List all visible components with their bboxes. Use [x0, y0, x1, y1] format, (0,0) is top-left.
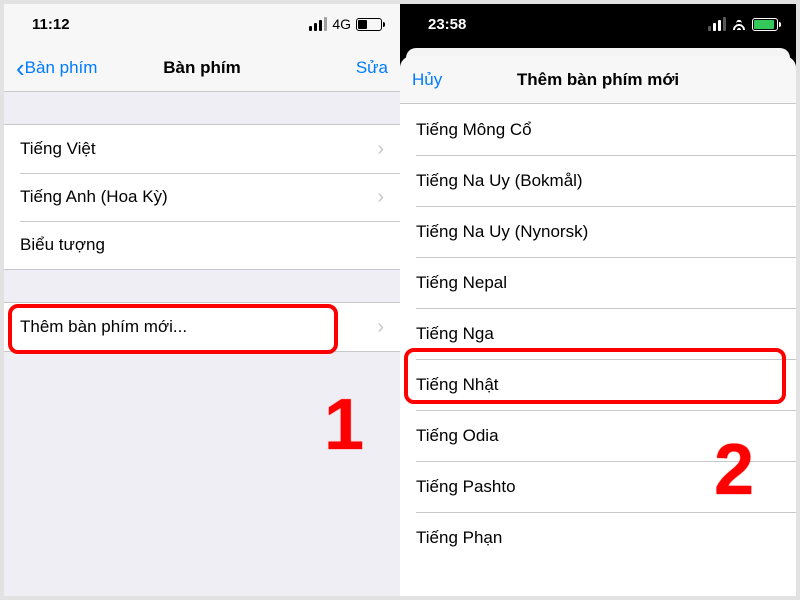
battery-icon: [356, 18, 382, 31]
sheet-title: Thêm bàn phím mới: [400, 70, 796, 90]
language-row[interactable]: Tiếng Nhật: [400, 359, 796, 410]
language-row[interactable]: Tiếng Phạn: [400, 512, 796, 563]
keyboards-list: Tiếng Việt › Tiếng Anh (Hoa Kỳ) › Biểu t…: [4, 124, 400, 270]
language-label: Tiếng Odia: [416, 426, 499, 446]
nav-bar: ‹ Bàn phím Bàn phím Sửa: [4, 44, 400, 92]
sheet-nav-bar: Hủy Thêm bàn phím mới: [400, 56, 796, 104]
language-row[interactable]: Tiếng Na Uy (Bokmål): [400, 155, 796, 206]
network-label: 4G: [332, 16, 351, 32]
step-number: 2: [714, 429, 754, 511]
add-keyboard-group: Thêm bàn phím mới... ›: [4, 302, 400, 352]
status-time: 23:58: [428, 16, 466, 33]
battery-charging-icon: [752, 18, 778, 31]
keyboard-label: Tiếng Việt: [20, 139, 96, 159]
status-bar: 11:12 4G: [4, 4, 400, 44]
wifi-icon: [731, 18, 747, 30]
chevron-right-icon: ›: [377, 186, 384, 209]
keyboard-row[interactable]: Tiếng Anh (Hoa Kỳ) ›: [4, 173, 400, 221]
screenshot-step-2: 23:58 Hủy Thêm bàn phím mới Tiếng Mông C…: [400, 4, 796, 596]
add-keyboard-label: Thêm bàn phím mới...: [20, 317, 187, 337]
keyboard-label: Tiếng Anh (Hoa Kỳ): [20, 187, 168, 207]
keyboard-row[interactable]: Tiếng Việt ›: [4, 125, 400, 173]
language-label: Tiếng Na Uy (Bokmål): [416, 171, 583, 191]
status-time: 11:12: [32, 16, 70, 33]
back-label: Bàn phím: [25, 58, 98, 78]
add-keyboard-button[interactable]: Thêm bàn phím mới... ›: [4, 303, 400, 351]
edit-button[interactable]: Sửa: [356, 58, 388, 78]
language-label: Tiếng Na Uy (Nynorsk): [416, 222, 588, 242]
cancel-button[interactable]: Hủy: [412, 70, 442, 90]
screenshot-step-1: 11:12 4G ‹ Bàn phím Bàn phím Sửa Tiếng V…: [4, 4, 400, 596]
language-row[interactable]: Tiếng Nepal: [400, 257, 796, 308]
keyboard-label: Biểu tượng: [20, 235, 105, 255]
status-bar: 23:58: [400, 4, 796, 44]
language-label: Tiếng Mông Cổ: [416, 120, 532, 140]
language-label: Tiếng Nepal: [416, 273, 507, 293]
language-label: Tiếng Pashto: [416, 477, 516, 497]
tutorial-composite: 11:12 4G ‹ Bàn phím Bàn phím Sửa Tiếng V…: [0, 0, 800, 600]
cancel-label: Hủy: [412, 70, 442, 90]
language-row[interactable]: Tiếng Mông Cổ: [400, 104, 796, 155]
status-right: [708, 17, 778, 31]
chevron-right-icon: ›: [377, 138, 384, 161]
cellular-signal-icon: [708, 17, 726, 31]
back-button[interactable]: ‹ Bàn phím: [16, 55, 97, 81]
chevron-right-icon: ›: [377, 316, 384, 339]
language-row[interactable]: Tiếng Na Uy (Nynorsk): [400, 206, 796, 257]
keyboard-row[interactable]: Biểu tượng: [4, 221, 400, 269]
language-label: Tiếng Phạn: [416, 528, 502, 548]
language-label: Tiếng Nhật: [416, 375, 499, 395]
language-row[interactable]: Tiếng Nga: [400, 308, 796, 359]
status-right: 4G: [309, 16, 382, 32]
language-label: Tiếng Nga: [416, 324, 494, 344]
chevron-left-icon: ‹: [16, 55, 25, 81]
add-keyboard-sheet: Hủy Thêm bàn phím mới Tiếng Mông Cổ Tiến…: [400, 56, 796, 596]
cellular-signal-icon: [309, 17, 327, 31]
step-number: 1: [324, 384, 364, 466]
